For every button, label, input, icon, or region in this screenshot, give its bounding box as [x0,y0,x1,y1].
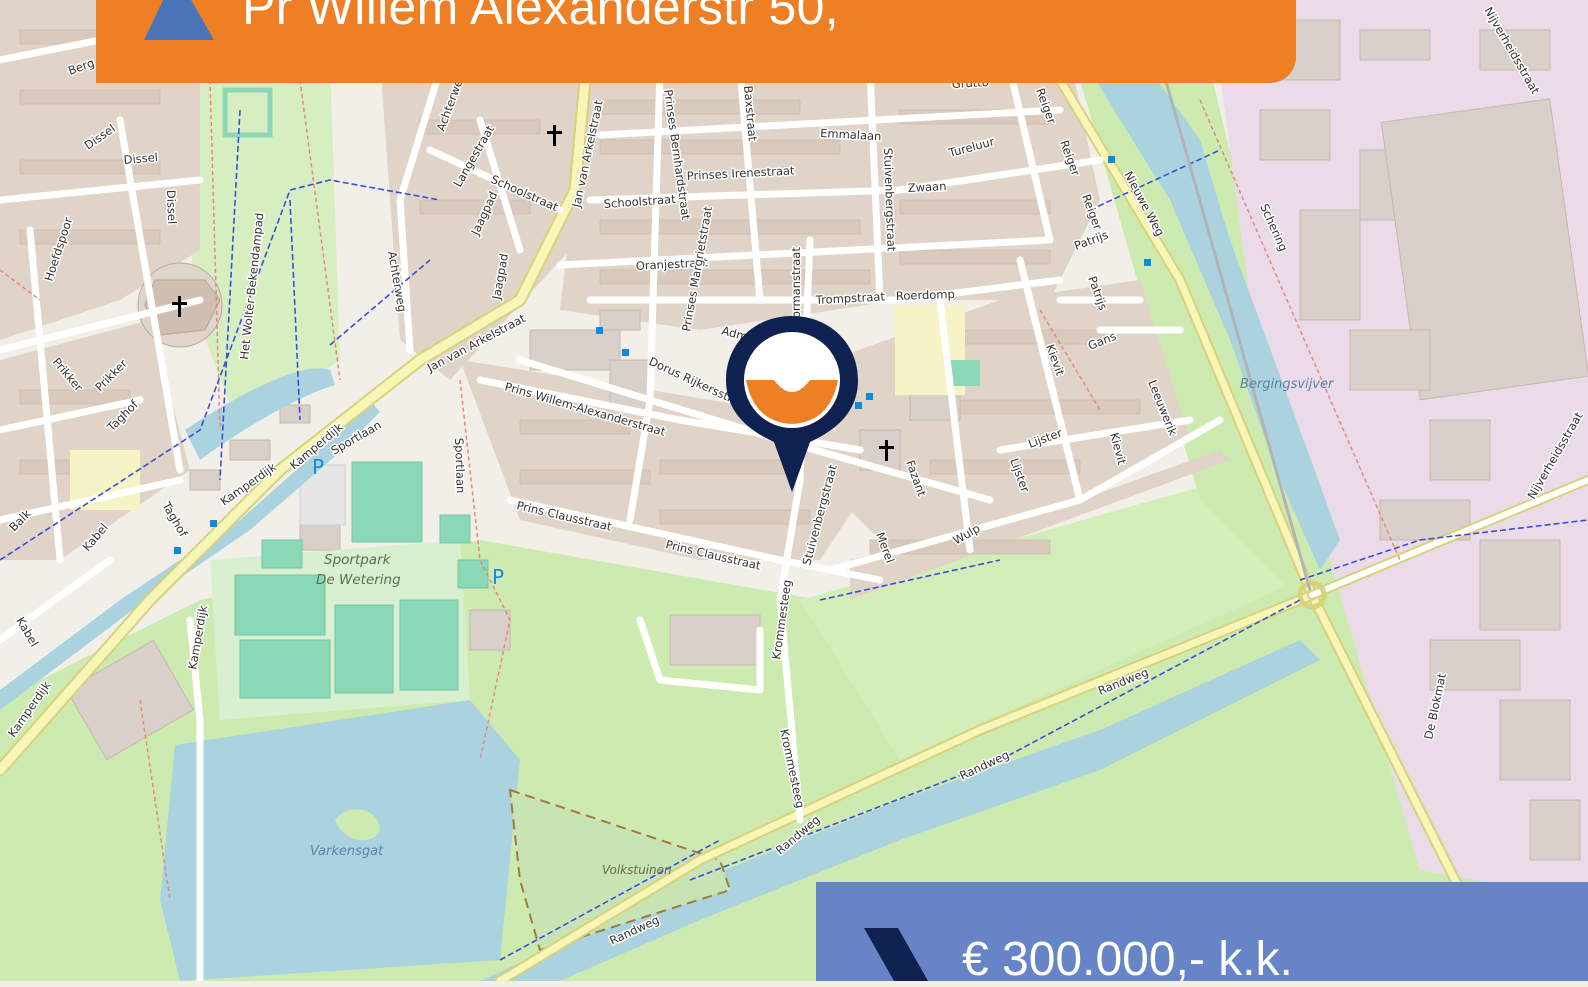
chevron-right-icon [144,0,214,40]
place-label: De Wetering [316,572,401,588]
water-label: Varkensgat [310,844,384,859]
address-banner: Pr Willem Alexanderstr 50, [96,0,1296,83]
chevron-right-icon [864,928,928,981]
listing-address: Pr Willem Alexanderstr 50, [242,0,839,35]
listing-price: € 300.000,- k.k. [962,933,1293,986]
street-label: Roerdomp [896,287,955,303]
varkensgat [160,700,520,981]
street-label: Zwaan [907,179,946,195]
map-view[interactable]: P P Berg Dissel Dissel Dissel Hoefdspoor… [0,0,1588,981]
price-banner: € 300.000,- k.k. [816,882,1588,986]
parking-icon: P [492,565,504,589]
area-label: Volkstuinen [602,863,672,877]
water-label: Bergingsvijver [1240,377,1335,392]
street-label: Dissel [123,150,158,167]
parking-icon: P [312,455,324,479]
street-label: Sportlaan [452,438,468,494]
map-pin-icon[interactable] [724,314,860,494]
street-label: Dissel [164,190,179,225]
place-label: Sportpark [324,552,392,568]
